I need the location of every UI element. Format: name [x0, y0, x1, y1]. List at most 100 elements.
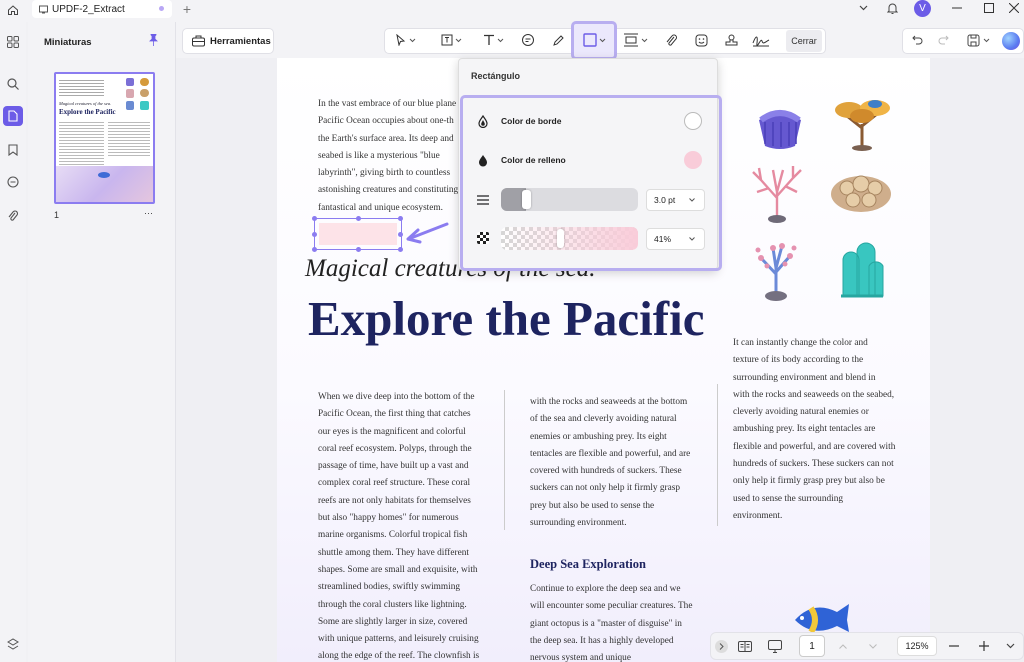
resize-handle[interactable]	[398, 247, 403, 252]
fill-color-label: Color de relleno	[501, 155, 566, 165]
pages-icon[interactable]	[3, 106, 23, 126]
opacity-dropdown[interactable]: 41%	[646, 228, 705, 250]
page-number-input[interactable]: 1	[799, 635, 825, 657]
rectangle-icon[interactable]	[578, 29, 612, 51]
stamp-icon[interactable]	[722, 29, 740, 51]
text-line: with unique patterns, and leisurely crui…	[318, 634, 479, 645]
resize-handle[interactable]	[356, 247, 361, 252]
thickness-dropdown[interactable]: 3.0 pt	[646, 189, 705, 211]
opacity-slider[interactable]	[501, 227, 638, 250]
textbox-icon[interactable]	[436, 29, 468, 51]
column-divider	[504, 390, 505, 530]
text-line: used to sense the surrounding	[733, 493, 843, 504]
attachment-icon[interactable]	[3, 206, 23, 226]
text-line: ambushing prey. Its eight tentacles are	[733, 424, 876, 435]
section-heading: Deep Sea Exploration	[530, 557, 646, 571]
text-line: giant octopus is a "master of disguise" …	[530, 618, 682, 629]
chevron-down-icon[interactable]	[1003, 639, 1017, 653]
tab-title: UPDF-2_Extract	[52, 3, 125, 15]
avatar[interactable]: V	[914, 0, 931, 17]
text-line: prey but also be used to sense the	[530, 500, 655, 511]
cursor-icon[interactable]	[390, 29, 422, 51]
thumb-subtitle: Magical creatures of the sea.	[59, 101, 112, 106]
resize-handle[interactable]	[356, 216, 361, 221]
close-icon[interactable]	[1007, 1, 1021, 15]
thumb-text-block	[108, 122, 150, 157]
collapse-icon[interactable]	[715, 640, 728, 653]
comment-bubble-icon[interactable]	[518, 29, 538, 51]
resize-handle[interactable]	[398, 232, 403, 237]
opacity-slider-thumb[interactable]	[557, 229, 564, 248]
redo-icon[interactable]	[934, 29, 952, 51]
resize-handle[interactable]	[312, 247, 317, 252]
resize-handle[interactable]	[312, 216, 317, 221]
text-line: coral reef ecosystem. Polyps, through th…	[318, 443, 472, 454]
more-icon[interactable]: ···	[144, 208, 153, 218]
bookmark-icon[interactable]	[3, 140, 23, 160]
signature-icon[interactable]	[750, 29, 772, 51]
thumb-coral	[140, 101, 149, 110]
text-line: covered with hundreds of suckers. These	[530, 466, 682, 477]
tools-button[interactable]: Herramientas	[182, 28, 274, 54]
chevron-down-icon[interactable]	[856, 1, 870, 15]
opacity-gradient	[501, 227, 638, 250]
reading-mode-icon[interactable]	[737, 639, 753, 653]
text-line: along the edge of the reef. The clownfis…	[318, 651, 480, 662]
text-line: reefs are not only habitats for themselv…	[318, 495, 471, 506]
text-line: surrounding environment.	[530, 518, 627, 529]
arrow-icon	[405, 222, 449, 246]
search-icon[interactable]	[3, 74, 23, 94]
thumb-coral	[140, 89, 149, 97]
text-line: streamlined bodies, swiftly swimming	[318, 582, 461, 593]
zoom-in-icon[interactable]	[977, 639, 991, 653]
column-3-paragraph: It can instantly change the color and te…	[733, 335, 913, 525]
measure-icon[interactable]	[620, 29, 652, 51]
paperclip-icon[interactable]	[662, 29, 680, 51]
text-line: nervous system and unique	[530, 653, 631, 662]
page-down-icon[interactable]	[867, 641, 879, 651]
fill-color-swatch[interactable]	[684, 151, 702, 169]
text-line: shapes. Some are small and exquisite, wi…	[318, 564, 478, 575]
layers-icon[interactable]	[3, 634, 23, 654]
close-tools-button[interactable]: Cerrar	[786, 30, 822, 52]
coral-image	[751, 102, 809, 152]
document-tab[interactable]: UPDF-2_Extract	[32, 0, 172, 18]
text-line: with the rocks and seaweeds on the seabe…	[733, 389, 895, 400]
text-line: passage of time, have built up a vast an…	[318, 461, 469, 472]
undo-icon[interactable]	[908, 29, 926, 51]
grid-icon[interactable]	[3, 32, 23, 52]
coral-image	[833, 238, 889, 300]
unsaved-dot	[159, 6, 164, 11]
rectangle-annotation[interactable]	[312, 216, 403, 252]
pin-icon[interactable]	[146, 33, 160, 47]
thickness-slider-thumb[interactable]	[522, 190, 531, 209]
border-color-swatch[interactable]	[684, 112, 702, 130]
comment-icon[interactable]	[3, 172, 23, 192]
plus-icon[interactable]: +	[180, 1, 194, 17]
home-icon[interactable]	[5, 2, 21, 18]
presentation-icon[interactable]	[767, 638, 783, 654]
page-up-icon[interactable]	[837, 641, 849, 651]
sticker-icon[interactable]	[692, 29, 710, 51]
save-icon[interactable]	[964, 29, 996, 51]
text-line: texture of its body according to the	[733, 355, 864, 366]
text-line: Continue to explore the deep sea and we	[530, 584, 681, 594]
resize-handle[interactable]	[398, 216, 403, 221]
bell-icon[interactable]	[885, 1, 899, 15]
ai-assistant-icon[interactable]	[1002, 32, 1020, 50]
minimize-icon[interactable]	[950, 1, 964, 15]
page-number-label: 1	[54, 210, 60, 220]
maximize-icon[interactable]	[982, 1, 996, 15]
page-thumbnail[interactable]: Magical creatures of the sea. Explore th…	[54, 72, 155, 204]
text-line: but also "happy homes" for numerous	[318, 513, 459, 524]
zoom-out-icon[interactable]	[947, 639, 961, 653]
text-line: environment.	[733, 510, 783, 521]
pencil-icon[interactable]	[548, 29, 568, 51]
resize-handle[interactable]	[312, 232, 317, 237]
text-line: It can instantly change the color and	[733, 338, 868, 348]
toolbox-icon	[192, 35, 205, 47]
text-icon[interactable]	[478, 29, 510, 51]
thickness-slider[interactable]	[501, 188, 638, 211]
zoom-value[interactable]: 125%	[897, 636, 937, 656]
text-line: hundreds of suckers. These suckers can n…	[733, 459, 894, 470]
